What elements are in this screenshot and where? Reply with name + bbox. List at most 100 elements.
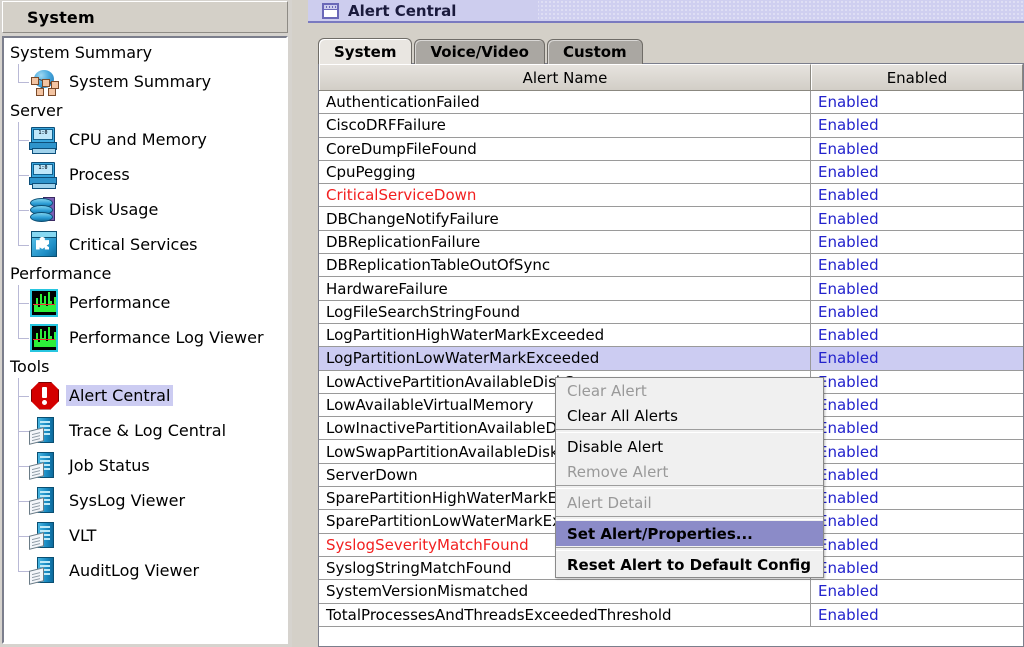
tab-system[interactable]: System — [318, 38, 413, 64]
tree-group-label: Performance — [10, 264, 112, 283]
table-row[interactable]: DBChangeNotifyFailure Enabled — [319, 207, 1023, 231]
tree-item-auditlog-viewer[interactable]: AuditLog Viewer — [4, 553, 286, 588]
tree-item-vlt[interactable]: VLT — [4, 518, 286, 553]
cell-alert-name[interactable]: CiscoDRFFailure — [319, 114, 811, 137]
cell-alert-name[interactable]: SystemVersionMismatched — [319, 580, 811, 603]
menu-item-alert-detail: Alert Detail — [567, 493, 652, 512]
cell-alert-name[interactable]: CriticalServiceDown — [319, 184, 811, 207]
menu-item-set-alert-properties[interactable]: Set Alert/Properties... — [556, 521, 823, 546]
split-pane-divider[interactable] — [292, 0, 596, 647]
tree-group-server[interactable]: Server — [4, 99, 286, 122]
table-row[interactable]: LogFileSearchStringFound Enabled — [319, 300, 1023, 324]
cell-enabled-status[interactable]: Enabled — [811, 417, 1023, 439]
alert-table-header[interactable]: Alert Name Enabled — [319, 64, 1023, 91]
cell-enabled-status[interactable]: Enabled — [811, 277, 1023, 299]
cell-enabled-status[interactable]: Enabled — [811, 91, 1023, 113]
menu-item-reset-alert-to-default-config[interactable]: Reset Alert to Default Config — [556, 552, 823, 577]
cell-enabled-status[interactable]: Enabled — [811, 604, 1023, 626]
cell-enabled-status[interactable]: Enabled — [811, 207, 1023, 229]
cell-enabled-status[interactable]: Enabled — [811, 184, 1023, 206]
tree-item-label: Alert Central — [66, 385, 174, 406]
column-header-enabled[interactable]: Enabled — [811, 64, 1023, 90]
cell-enabled-status[interactable]: Enabled — [811, 231, 1023, 253]
alert-context-menu[interactable]: Clear Alert Clear All Alerts Disable Alert… — [555, 377, 824, 578]
cell-enabled-status[interactable]: Enabled — [811, 324, 1023, 346]
left-pane-header: System — [2, 1, 288, 33]
navigation-tree[interactable]: System Summary System Summary Server 1:0 CPU… — [2, 36, 288, 644]
menu-item-disable-alert[interactable]: Disable Alert — [556, 434, 823, 459]
tab-bar[interactable]: System Voice/Video Custom — [318, 38, 645, 64]
table-row[interactable]: LogPartitionHighWaterMarkExceeded Enabled — [319, 323, 1023, 348]
cell-enabled-status[interactable]: Enabled — [811, 394, 1023, 416]
cell-enabled-status[interactable]: Enabled — [811, 557, 1023, 579]
cell-alert-name[interactable]: LogFileSearchStringFound — [319, 300, 811, 323]
cell-enabled-status[interactable]: Enabled — [811, 440, 1023, 462]
cell-enabled-status[interactable]: Enabled — [811, 161, 1023, 183]
log-server-icon — [28, 520, 62, 552]
tab-custom[interactable]: Custom — [546, 39, 643, 64]
menu-item-clear-all-alerts[interactable]: Clear All Alerts — [556, 403, 823, 428]
cell-alert-name[interactable]: HardwareFailure — [319, 277, 811, 300]
tree-item-system-summary[interactable]: System Summary — [4, 64, 286, 99]
cell-enabled-status[interactable]: Enabled — [811, 510, 1023, 532]
tree-item-alert-central[interactable]: Alert Central — [4, 378, 286, 413]
cell-alert-name[interactable]: AuthenticationFailed — [319, 91, 811, 114]
tree-group-system-summary[interactable]: System Summary — [4, 41, 286, 64]
cell-alert-name[interactable]: CoreDumpFileFound — [319, 137, 811, 160]
cell-alert-name[interactable]: TotalProcessesAndThreadsExceededThreshol… — [319, 603, 811, 626]
performance-graph-icon — [28, 322, 62, 354]
cell-enabled-status[interactable]: Enabled — [811, 534, 1023, 556]
table-row[interactable]: SystemVersionMismatched Enabled — [319, 580, 1023, 604]
tree-item-performance[interactable]: Performance — [4, 285, 286, 320]
document-window-icon — [322, 2, 339, 19]
tree-group-label: Tools — [10, 357, 50, 376]
table-row[interactable]: LogPartitionLowWaterMarkExceeded Enabled — [319, 347, 1023, 371]
cell-alert-name[interactable]: LogPartitionLowWaterMarkExceeded — [319, 347, 811, 370]
tree-item-syslog-viewer[interactable]: SysLog Viewer — [4, 483, 286, 518]
tree-item-label: AuditLog Viewer — [69, 561, 200, 580]
table-row[interactable]: CpuPegging Enabled — [319, 160, 1023, 185]
cell-enabled-status[interactable]: Enabled — [811, 347, 1023, 369]
table-row[interactable]: DBReplicationFailure Enabled — [319, 230, 1023, 255]
cell-alert-name[interactable]: LogPartitionHighWaterMarkExceeded — [319, 323, 811, 347]
tree-item-cpu-and-memory[interactable]: 1:0 CPU and Memory — [4, 122, 286, 157]
table-row[interactable]: TotalProcessesAndThreadsExceededThreshol… — [319, 603, 1023, 627]
menu-item-clear-alert: Clear Alert — [567, 381, 647, 400]
tree-item-disk-usage[interactable]: Disk Usage — [4, 192, 286, 227]
table-row[interactable]: HardwareFailure Enabled — [319, 277, 1023, 301]
tree-item-trace-log-central[interactable]: Trace & Log Central — [4, 413, 286, 448]
cell-enabled-status[interactable]: Enabled — [811, 580, 1023, 602]
tree-group-tools[interactable]: Tools — [4, 355, 286, 378]
cell-enabled-status[interactable]: Enabled — [811, 301, 1023, 323]
tree-item-job-status[interactable]: Job Status — [4, 448, 286, 483]
cell-enabled-status[interactable]: Enabled — [811, 464, 1023, 486]
table-row[interactable]: CriticalServiceDown Enabled — [319, 184, 1023, 208]
tree-group-performance[interactable]: Performance — [4, 262, 286, 285]
log-server-icon — [28, 485, 62, 517]
cell-alert-name[interactable]: CpuPegging — [319, 160, 811, 184]
tree-item-performance-log-viewer[interactable]: Performance Log Viewer — [4, 320, 286, 355]
globe-network-icon — [28, 66, 62, 98]
tree-item-process[interactable]: 1:0 Process — [4, 157, 286, 192]
cell-enabled-status[interactable]: Enabled — [811, 114, 1023, 136]
column-header-alert-name[interactable]: Alert Name — [319, 64, 811, 90]
cell-enabled-status[interactable]: Enabled — [811, 254, 1023, 276]
tree-connector-line — [18, 227, 19, 245]
cell-enabled-status[interactable]: Enabled — [811, 138, 1023, 160]
cell-alert-name[interactable]: DBChangeNotifyFailure — [319, 207, 811, 230]
cell-enabled-status[interactable]: Enabled — [811, 371, 1023, 393]
table-row[interactable]: DBReplicationTableOutOfSync Enabled — [319, 254, 1023, 278]
tab-voice-video[interactable]: Voice/Video — [414, 39, 545, 64]
cell-alert-name[interactable]: DBReplicationFailure — [319, 230, 811, 254]
tree-item-label: Trace & Log Central — [69, 421, 227, 440]
tree-item-label: Job Status — [69, 456, 150, 475]
tree-item-critical-services[interactable]: Critical Services — [4, 227, 286, 262]
table-row[interactable]: CoreDumpFileFound Enabled — [319, 137, 1023, 161]
window-title-bar[interactable]: Alert Central — [308, 0, 1024, 23]
tab-label: Voice/Video — [430, 43, 529, 61]
cell-enabled-status[interactable]: Enabled — [811, 487, 1023, 509]
table-row[interactable]: CiscoDRFFailure Enabled — [319, 114, 1023, 138]
table-row[interactable]: AuthenticationFailed Enabled — [319, 91, 1023, 115]
cell-alert-name[interactable]: DBReplicationTableOutOfSync — [319, 254, 811, 277]
tree-connector-line — [18, 64, 19, 82]
